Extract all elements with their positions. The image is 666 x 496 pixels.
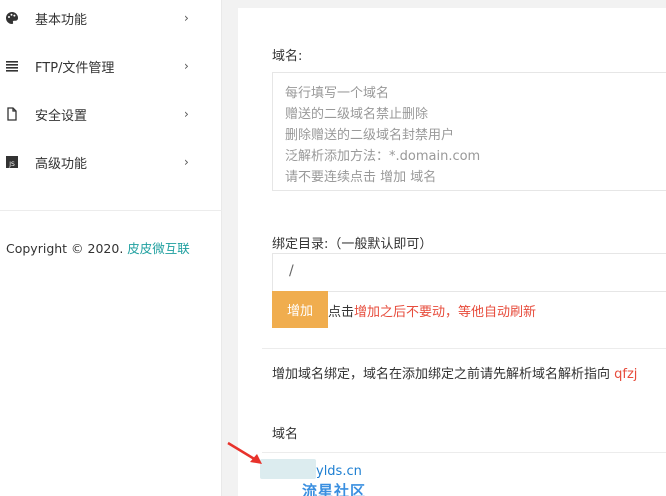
directory-value: / xyxy=(289,263,294,279)
placeholder-line: 请不要连续点击 增加 域名 xyxy=(285,170,437,185)
redacted-block xyxy=(260,459,316,479)
binding-note-text: 增加域名绑定，域名在添加绑定之前请先解析域名解析指向 xyxy=(272,367,611,382)
placeholder-line: 赠送的二级域名禁止删除 xyxy=(285,107,429,122)
add-hint: 点击增加之后不要动，等他自动刷新 xyxy=(328,301,536,320)
sidebar-item-label: 安全设置 xyxy=(35,108,88,124)
watermark: 流星社区 xyxy=(302,482,367,496)
chevron-right-icon: › xyxy=(184,59,189,73)
copyright-text: Copyright © 2020. xyxy=(6,241,124,256)
table-row-domain[interactable]: ylds.cn xyxy=(316,464,362,479)
sidebar-item-label: 高级功能 xyxy=(35,156,88,172)
placeholder-line: 每行填写一个域名 xyxy=(285,86,390,101)
palette-icon xyxy=(5,11,19,25)
chevron-right-icon: › xyxy=(184,107,189,121)
sidebar-item-ftp[interactable]: FTP/文件管理 › xyxy=(0,46,222,86)
domain-label: 域名: xyxy=(272,49,303,64)
file-icon xyxy=(5,107,19,121)
sidebar-item-security[interactable]: 安全设置 › xyxy=(0,94,222,134)
brand-link[interactable]: 皮皮微互联 xyxy=(127,241,190,256)
divider xyxy=(262,348,666,349)
js-icon: JS xyxy=(5,155,19,169)
domain-textarea[interactable]: 每行填写一个域名 赠送的二级域名禁止删除 删除赠送的二级域名封禁用户 泛解析添加… xyxy=(272,72,666,191)
binding-note-target: qfzj xyxy=(614,367,638,382)
table-divider xyxy=(262,452,666,453)
sidebar-item-label: FTP/文件管理 xyxy=(35,60,115,76)
add-button[interactable]: 增加 xyxy=(272,291,328,328)
divider xyxy=(0,210,222,211)
binding-note: 增加域名绑定，域名在添加绑定之前请先解析域名解析指向 qfzj xyxy=(272,363,637,382)
sidebar: 基本功能 › FTP/文件管理 › 安全设置 › JS 高级功能 › Copyr… xyxy=(0,0,222,496)
sidebar-item-advanced[interactable]: JS 高级功能 › xyxy=(0,142,222,182)
list-icon xyxy=(5,59,19,73)
main-panel: 域名: 每行填写一个域名 赠送的二级域名禁止删除 删除赠送的二级域名封禁用户 泛… xyxy=(238,8,666,496)
chevron-right-icon: › xyxy=(184,11,189,25)
directory-label: 绑定目录:（一般默认即可） xyxy=(272,237,433,252)
hint-prefix: 点击 xyxy=(328,305,355,320)
chevron-right-icon: › xyxy=(184,155,189,169)
placeholder-line: 删除赠送的二级域名封禁用户 xyxy=(285,128,455,143)
sidebar-item-basic[interactable]: 基本功能 › xyxy=(0,0,222,38)
copyright: Copyright © 2020. 皮皮微互联 xyxy=(6,238,190,257)
directory-input[interactable]: / xyxy=(272,253,666,292)
arrow-annotation-icon xyxy=(227,441,262,464)
sidebar-item-label: 基本功能 xyxy=(35,12,88,28)
column-header-domain: 域名 xyxy=(272,427,299,442)
hint-warning: 增加之后不要动，等他自动刷新 xyxy=(354,305,537,320)
svg-text:JS: JS xyxy=(8,161,15,168)
placeholder-line: 泛解析添加方法：*.domain.com xyxy=(285,149,481,164)
